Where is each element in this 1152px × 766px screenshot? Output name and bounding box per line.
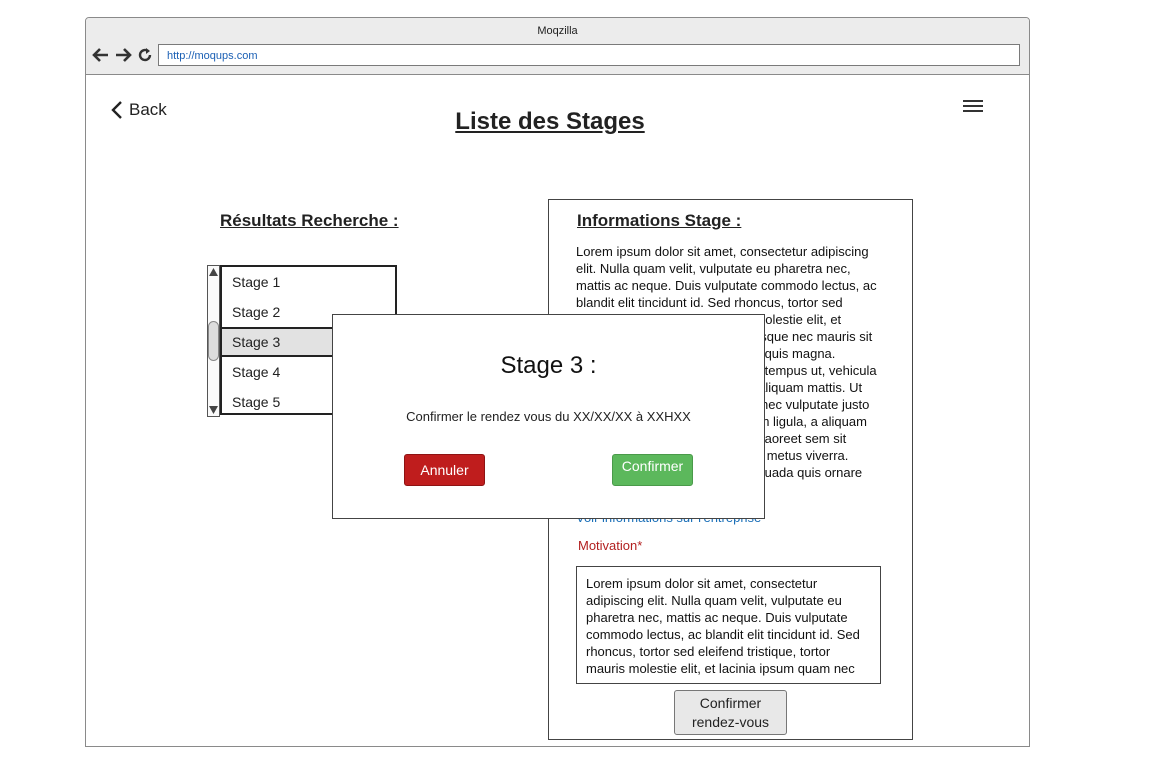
scroll-thumb[interactable]: [208, 321, 219, 361]
text-line: mattis ac neque. Duis vulputate commodo …: [576, 278, 877, 293]
button-label-line: rendez-vous: [691, 714, 770, 730]
dialog-message: Confirmer le rendez vous du XX/XX/XX à X…: [406, 409, 691, 424]
text-line: pharetra nec, mattis ac neque. Duis vulp…: [586, 610, 848, 625]
back-arrow-icon[interactable]: [92, 46, 110, 64]
confirm-button[interactable]: Confirmer: [612, 454, 693, 486]
window-title: Moqzilla: [537, 25, 578, 37]
text-line: Lorem ipsum dolor sit amet, consectetur: [586, 576, 818, 591]
text-line: blandit elit tincidunt id. Sed rhoncus, …: [576, 295, 843, 310]
reload-icon[interactable]: [136, 46, 154, 64]
scroll-down-icon[interactable]: [209, 406, 218, 414]
text-line: rhoncus, tortor sed eleifend tristique, …: [586, 644, 831, 659]
motivation-label: Motivation*: [578, 538, 643, 553]
confirmation-dialog: Stage 3 : Confirmer le rendez vous du XX…: [332, 314, 765, 519]
text-line: adipiscing elit. Nulla quam velit, vulpu…: [586, 593, 842, 608]
info-title: Informations Stage :: [577, 211, 742, 230]
scroll-up-icon[interactable]: [209, 268, 218, 276]
motivation-textarea[interactable]: Lorem ipsum dolor sit amet, consectetur …: [576, 566, 881, 684]
dialog-title: Stage 3 :: [500, 352, 597, 379]
list-scrollbar[interactable]: [207, 265, 220, 417]
text-line: Lorem ipsum dolor sit amet, consectetur …: [576, 244, 869, 259]
list-item[interactable]: Stage 1: [222, 267, 395, 297]
text-line: elit. Nulla quam velit, vulputate eu pha…: [576, 261, 851, 276]
browser-titlebar: Moqzilla http://moqups.com: [86, 18, 1029, 75]
page-title: Liste des Stages: [455, 108, 645, 135]
text-line: commodo lectus, ac blandit elit tincidun…: [586, 627, 860, 642]
text-line: mauris molestie elit, et lacinia ipsum q…: [586, 661, 855, 676]
confirm-appointment-button[interactable]: Confirmer rendez-vous: [674, 690, 787, 735]
forward-arrow-icon[interactable]: [114, 46, 132, 64]
cancel-button[interactable]: Annuler: [404, 454, 485, 486]
address-bar[interactable]: http://moqups.com: [158, 44, 1020, 66]
results-title: Résultats Recherche :: [220, 211, 399, 230]
button-label-line: Confirmer: [699, 695, 762, 711]
